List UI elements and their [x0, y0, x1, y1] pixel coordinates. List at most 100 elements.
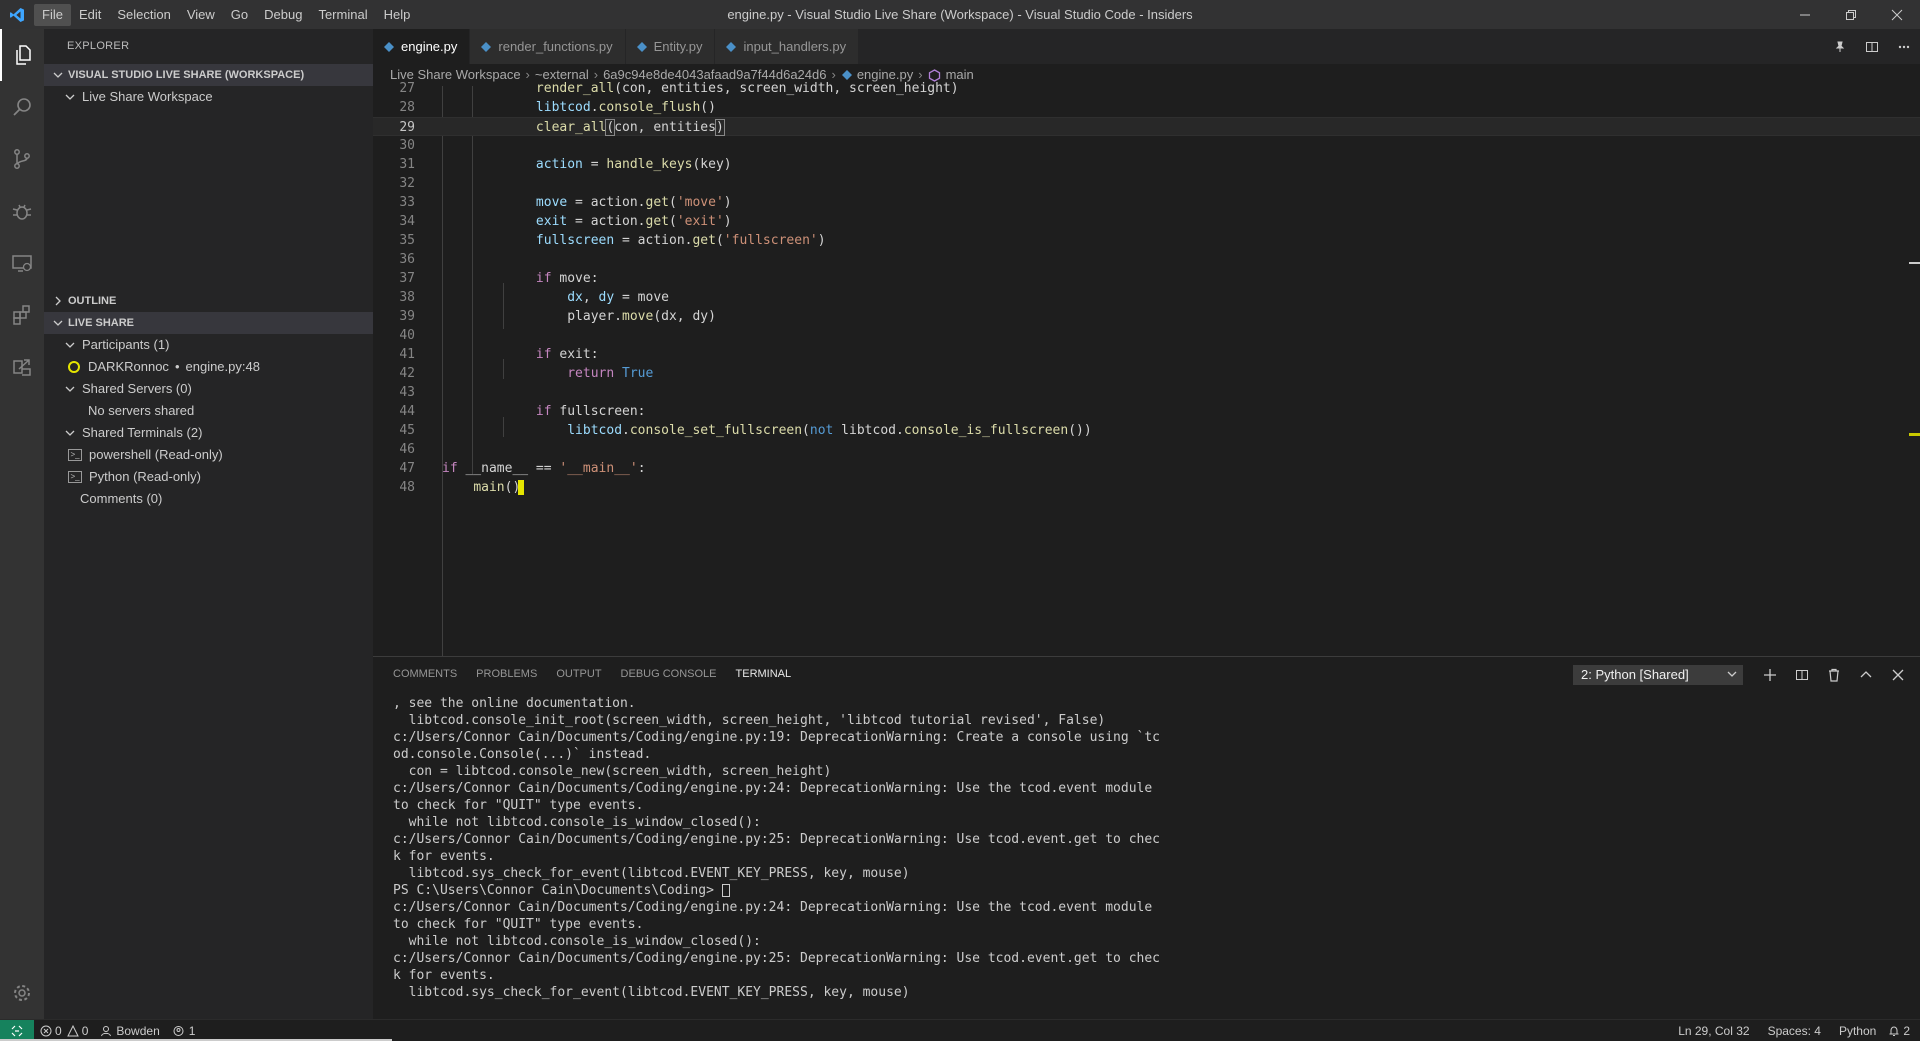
terminal-output[interactable]: , see the online documentation. libtcod.… [393, 695, 1160, 1001]
participant-presence-icon [68, 361, 80, 373]
code-line: 33 move = action.get('move') [373, 193, 1920, 212]
shared-terminal-python[interactable]: >_ Python (Read-only) [44, 466, 373, 488]
code-line: 35 fullscreen = action.get('fullscreen') [373, 231, 1920, 250]
participant-cursor [518, 480, 525, 495]
terminal-select[interactable]: 2: Python [Shared] [1573, 665, 1743, 685]
menu-debug[interactable]: Debug [256, 4, 310, 26]
workspace-folder-item[interactable]: Live Share Workspace [44, 86, 373, 108]
workspace-section-header[interactable]: VISUAL STUDIO LIVE SHARE (WORKSPACE) [44, 64, 373, 86]
maximize-panel-icon[interactable] [1850, 657, 1882, 692]
problems-status[interactable]: 0 0 [34, 1020, 94, 1041]
participants-item[interactable]: Participants (1) [44, 334, 373, 356]
source-control-icon[interactable] [0, 133, 44, 185]
outline-section-header[interactable]: OUTLINE [44, 290, 373, 312]
notifications-status[interactable]: 2 [1882, 1020, 1916, 1041]
line-number: 46 [399, 442, 415, 457]
panel-tab-debug-console[interactable]: DEBUG CONSOLE [621, 657, 717, 692]
panel-actions [1754, 657, 1914, 692]
outline-section-label: OUTLINE [68, 295, 117, 307]
participant-item[interactable]: DARKRonnoc • engine.py:48 [44, 356, 373, 378]
code-line: 30 [373, 136, 1920, 155]
pin-icon[interactable] [1824, 29, 1856, 64]
indentation-status[interactable]: Spaces: 4 [1762, 1020, 1827, 1041]
tab-render-functions-py[interactable]: render_functions.py [470, 29, 626, 64]
error-count: 0 [55, 1023, 62, 1038]
more-actions-icon[interactable] [1888, 29, 1920, 64]
chevron-down-icon [62, 89, 78, 105]
live-share-user-status[interactable]: Bowden [94, 1020, 165, 1041]
menu-help[interactable]: Help [376, 4, 419, 26]
editor-tabs: engine.py render_functions.py Entity.py … [373, 29, 1920, 64]
line-number: 38 [399, 290, 415, 305]
close-icon[interactable] [1874, 0, 1920, 29]
terminal-powershell-label: powershell (Read-only) [89, 447, 223, 462]
menu-go[interactable]: Go [223, 4, 256, 26]
terminal-line: , see the online documentation. [393, 696, 636, 711]
terminal-icon: >_ [68, 471, 82, 483]
menu-edit[interactable]: Edit [71, 4, 109, 26]
line-number: 28 [399, 100, 415, 115]
code-line: 44 if fullscreen: [373, 402, 1920, 421]
minimize-icon[interactable] [1782, 0, 1828, 29]
status-bar: 0 0 Bowden 1 Ln 29, Col 32 Spaces: 4 Pyt… [0, 1019, 1920, 1041]
split-editor-icon[interactable] [1856, 29, 1888, 64]
tab-label: input_handlers.py [743, 39, 847, 54]
comments-item[interactable]: Comments (0) [44, 488, 373, 510]
tab-label: engine.py [401, 39, 458, 54]
liveshare-section-header[interactable]: LIVE SHARE [44, 312, 373, 334]
restore-icon[interactable] [1828, 0, 1874, 29]
panel-tab-problems[interactable]: PROBLEMS [476, 657, 537, 692]
live-share-user: Bowden [116, 1023, 160, 1038]
line-number: 41 [399, 347, 415, 362]
tab-input-handlers-py[interactable]: input_handlers.py [715, 29, 860, 64]
tab-engine-py[interactable]: engine.py [373, 29, 471, 64]
workspace-section-label: VISUAL STUDIO LIVE SHARE (WORKSPACE) [68, 69, 305, 81]
code-line: 40 [373, 326, 1920, 345]
terminal-select-value: 2: Python [Shared] [1581, 667, 1689, 682]
terminal-line: od.console.Console(...)` instead. [393, 747, 652, 762]
terminal-prompt-line: PS C:\Users\Connor Cain\Documents\Coding… [393, 882, 1160, 899]
title-bar: File Edit Selection View Go Debug Termin… [0, 0, 1920, 29]
new-terminal-icon[interactable] [1754, 657, 1786, 692]
settings-gear-icon[interactable] [0, 967, 44, 1019]
remote-explorer-icon[interactable] [0, 237, 44, 289]
split-terminal-icon[interactable] [1786, 657, 1818, 692]
trash-icon[interactable] [1818, 657, 1850, 692]
terminal-line: to check for "QUIT" type events. [393, 917, 644, 932]
terminal-line: c:/Users/Connor Cain/Documents/Coding/en… [393, 900, 1153, 915]
shared-servers-item[interactable]: Shared Servers (0) [44, 378, 373, 400]
panel-tab-comments[interactable]: COMMENTS [393, 657, 457, 692]
menu-file[interactable]: File [34, 3, 71, 26]
shared-participants-status[interactable]: 1 [166, 1020, 202, 1041]
cursor-position[interactable]: Ln 29, Col 32 [1672, 1020, 1755, 1041]
remote-indicator-icon[interactable] [0, 1019, 34, 1041]
menu-view[interactable]: View [179, 4, 223, 26]
code-editor[interactable]: 27 render_all(con, entities, screen_widt… [373, 81, 1920, 656]
panel-tab-output[interactable]: OUTPUT [556, 657, 601, 692]
line-number: 39 [399, 309, 415, 324]
search-icon[interactable] [0, 81, 44, 133]
debug-icon[interactable] [0, 185, 44, 237]
menu-selection[interactable]: Selection [109, 4, 178, 26]
tab-entity-py[interactable]: Entity.py [625, 29, 716, 64]
vscode-logo-icon[interactable] [0, 0, 34, 29]
chevron-down-icon [1727, 665, 1737, 685]
menu-terminal[interactable]: Terminal [310, 4, 375, 26]
terminal-line: to check for "QUIT" type events. [393, 798, 644, 813]
line-number: 37 [399, 271, 415, 286]
terminal-line: c:/Users/Connor Cain/Documents/Coding/en… [393, 951, 1161, 966]
extensions-icon[interactable] [0, 289, 44, 341]
explorer-icon[interactable] [0, 29, 44, 81]
terminal-icon: >_ [68, 449, 82, 461]
shared-terminals-item[interactable]: Shared Terminals (2) [44, 422, 373, 444]
panel-tab-terminal[interactable]: TERMINAL [736, 657, 792, 692]
live-share-icon[interactable] [0, 341, 44, 393]
shared-terminal-powershell[interactable]: >_ powershell (Read-only) [44, 444, 373, 466]
code-line: 42 return True [373, 364, 1920, 383]
line-number: 27 [399, 81, 415, 96]
chevron-down-icon [50, 315, 66, 331]
close-panel-icon[interactable] [1882, 657, 1914, 692]
terminal-cursor [721, 884, 730, 897]
code-line: 31 action = handle_keys(key) [373, 155, 1920, 174]
language-mode[interactable]: Python [1833, 1020, 1882, 1041]
